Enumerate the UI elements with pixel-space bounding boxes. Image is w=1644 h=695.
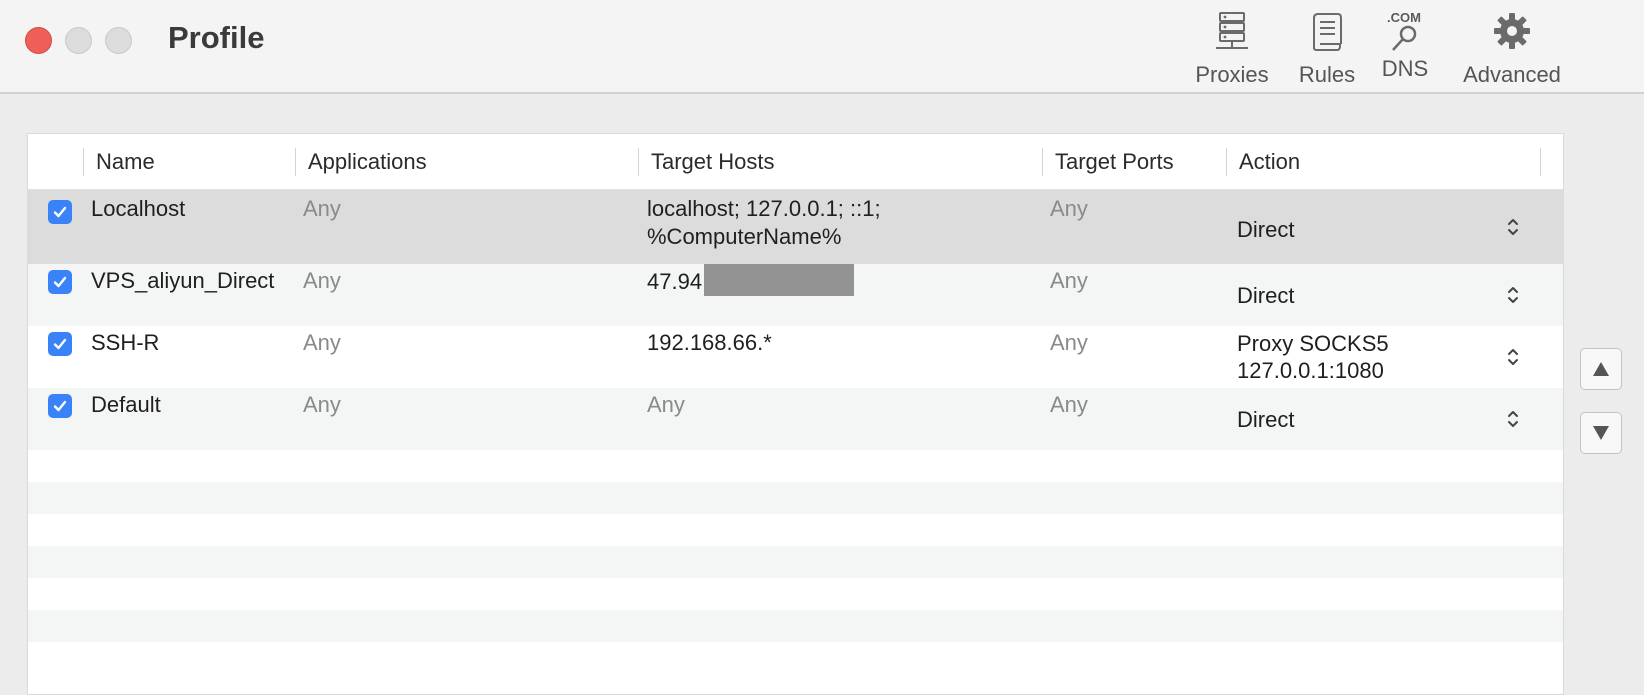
updown-chevron-icon[interactable] bbox=[1506, 284, 1520, 306]
rule-applications: Any bbox=[303, 392, 341, 417]
dns-search-icon: .COM bbox=[1375, 8, 1435, 56]
empty-row bbox=[28, 578, 1563, 610]
move-up-button[interactable] bbox=[1580, 348, 1622, 390]
checkmark-icon bbox=[53, 400, 67, 412]
scroll-icon bbox=[1310, 8, 1344, 54]
rule-applications: Any bbox=[303, 330, 341, 355]
empty-row bbox=[28, 482, 1563, 514]
empty-row bbox=[28, 546, 1563, 578]
rule-action[interactable]: Direct bbox=[1237, 216, 1294, 244]
move-down-icon bbox=[1593, 426, 1609, 440]
rule-action[interactable]: Proxy SOCKS5 bbox=[1237, 330, 1389, 358]
column-header-name[interactable]: Name bbox=[84, 134, 155, 189]
toolbar-proxies-label: Proxies bbox=[1195, 62, 1269, 87]
rule-name: SSH-R bbox=[91, 330, 160, 355]
rule-action[interactable]: Direct bbox=[1237, 406, 1294, 434]
rule-target-hosts-line2: %ComputerName% bbox=[647, 224, 842, 249]
empty-row bbox=[28, 610, 1563, 642]
updown-chevron-icon[interactable] bbox=[1506, 408, 1520, 430]
toolbar-advanced-button[interactable]: Advanced bbox=[1455, 8, 1569, 88]
rule-target-hosts: 192.168.66.* bbox=[647, 330, 772, 355]
minimize-window-button[interactable] bbox=[65, 27, 92, 54]
toolbar-dns-button[interactable]: .COM DNS bbox=[1350, 8, 1460, 88]
rule-target-hosts: Any bbox=[647, 392, 685, 417]
rule-applications: Any bbox=[303, 196, 341, 221]
window-title: Profile bbox=[168, 20, 265, 55]
zoom-window-button[interactable] bbox=[105, 27, 132, 54]
table-row[interactable]: Default Any Any Any Direct bbox=[28, 388, 1563, 450]
rule-target-ports: Any bbox=[1050, 268, 1088, 293]
move-up-icon bbox=[1593, 362, 1609, 376]
redacted-block bbox=[704, 264, 855, 296]
server-icon bbox=[1214, 8, 1250, 54]
column-header-target-ports[interactable]: Target Ports bbox=[1043, 134, 1174, 189]
checkmark-icon bbox=[53, 206, 67, 218]
rules-table: Name Applications Target Hosts Target Po… bbox=[27, 133, 1564, 695]
updown-chevron-icon[interactable] bbox=[1506, 346, 1520, 368]
rule-action[interactable]: Direct bbox=[1237, 282, 1294, 310]
rule-target-hosts: localhost; 127.0.0.1; ::1; bbox=[647, 196, 881, 221]
toolbar-rules-label: Rules bbox=[1298, 62, 1356, 87]
rule-name: Default bbox=[91, 392, 161, 417]
table-row[interactable]: SSH-R Any 192.168.66.* Any Proxy SOCKS5 … bbox=[28, 326, 1563, 388]
table-row[interactable]: VPS_aliyun_Direct Any 47.94 Any Direct bbox=[28, 264, 1563, 326]
toolbar-advanced-label: Advanced bbox=[1463, 62, 1561, 87]
updown-chevron-icon[interactable] bbox=[1506, 216, 1520, 238]
column-header-target-hosts[interactable]: Target Hosts bbox=[639, 134, 775, 189]
toolbar-dns-label: DNS bbox=[1381, 56, 1429, 81]
column-separator[interactable] bbox=[1540, 148, 1541, 176]
rule-target-hosts: 47.94 bbox=[647, 268, 703, 294]
rule-applications: Any bbox=[303, 268, 341, 293]
close-window-button[interactable] bbox=[25, 27, 52, 54]
gear-icon bbox=[1492, 8, 1532, 54]
checkmark-icon bbox=[53, 338, 67, 350]
rule-name: Localhost bbox=[91, 196, 186, 221]
table-header: Name Applications Target Hosts Target Po… bbox=[28, 134, 1563, 190]
rule-target-ports: Any bbox=[1050, 196, 1088, 221]
column-header-action[interactable]: Action bbox=[1227, 134, 1300, 189]
rule-target-hosts-wrap: 47.94 bbox=[647, 264, 855, 299]
enabled-checkbox[interactable] bbox=[48, 394, 72, 418]
enabled-checkbox[interactable] bbox=[48, 200, 72, 224]
dns-com-badge: .COM bbox=[1387, 10, 1421, 25]
table-row[interactable]: Localhost Any localhost; 127.0.0.1; ::1;… bbox=[28, 190, 1563, 264]
move-down-button[interactable] bbox=[1580, 412, 1622, 454]
rule-target-ports: Any bbox=[1050, 330, 1088, 355]
checkmark-icon bbox=[53, 276, 67, 288]
toolbar-proxies-button[interactable]: Proxies bbox=[1190, 8, 1274, 88]
title-bar: Profile Proxies Rules .COM DNS Advanced bbox=[0, 0, 1644, 94]
empty-row bbox=[28, 514, 1563, 546]
rule-name: VPS_aliyun_Direct bbox=[91, 268, 275, 293]
rule-action-line2: 127.0.0.1:1080 bbox=[1237, 358, 1384, 383]
empty-row bbox=[28, 642, 1563, 674]
enabled-checkbox[interactable] bbox=[48, 270, 72, 294]
column-header-applications[interactable]: Applications bbox=[296, 134, 427, 189]
enabled-checkbox[interactable] bbox=[48, 332, 72, 356]
empty-row bbox=[28, 450, 1563, 482]
rule-target-ports: Any bbox=[1050, 392, 1088, 417]
